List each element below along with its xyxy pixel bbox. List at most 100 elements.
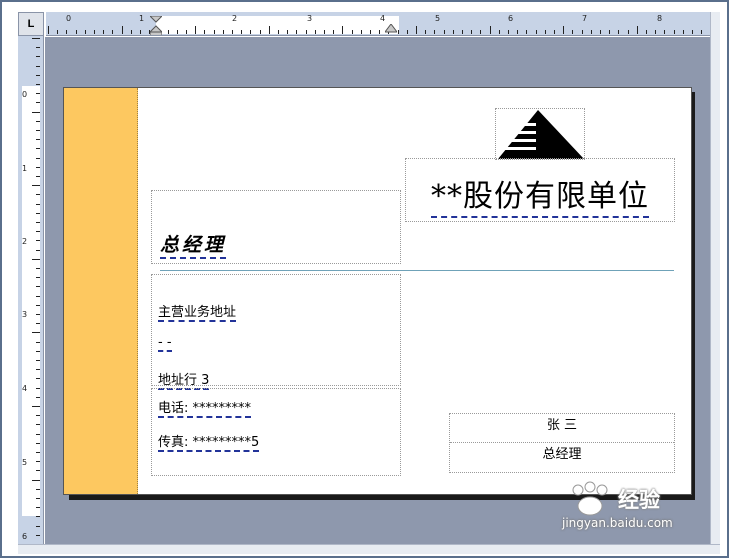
paw-logo-icon <box>572 481 608 516</box>
ruler-number: 2 <box>22 237 28 246</box>
ruler-tick <box>360 30 362 34</box>
name-frame[interactable]: 张 三 总经理 <box>449 413 675 473</box>
ruler-number: 4 <box>380 14 386 23</box>
ruler-tick <box>36 304 40 306</box>
ruler-tick <box>489 26 491 34</box>
horizontal-scrollbar[interactable] <box>18 544 720 554</box>
ruler-number: 6 <box>22 532 28 541</box>
ruler-tick <box>32 332 40 334</box>
divider-line <box>160 270 674 271</box>
address-line-2: - - <box>158 335 172 352</box>
ruler-tick <box>36 498 40 499</box>
ruler-tick <box>646 30 647 34</box>
ruler-tick <box>75 30 77 34</box>
ruler-tick <box>664 30 666 34</box>
ruler-tick <box>416 26 417 34</box>
ruler-tick <box>554 30 555 34</box>
job-title-frame[interactable]: 总经理 <box>151 190 401 264</box>
tab-stop-selector[interactable]: L <box>18 12 44 36</box>
ruler-tick <box>351 30 353 34</box>
card-sidebar <box>64 88 138 494</box>
ruler-tick <box>692 30 693 34</box>
ruler-tick <box>333 30 335 34</box>
ruler-tick <box>36 231 40 233</box>
stepped-triangle-logo-icon <box>496 110 584 159</box>
ruler-tick <box>434 30 436 34</box>
ruler-number: 0 <box>66 14 72 23</box>
ruler-tick <box>36 286 40 288</box>
person-name: 张 三 <box>450 414 674 443</box>
ruler-tick <box>287 30 289 34</box>
ruler-number: 1 <box>22 164 28 173</box>
ruler-tick <box>36 212 40 214</box>
ruler-tick <box>36 249 40 251</box>
ruler-tick <box>305 30 307 34</box>
ruler-tick <box>517 30 519 34</box>
ruler-number: 8 <box>657 14 663 23</box>
ruler-tick <box>57 30 59 34</box>
vertical-scrollbar[interactable] <box>710 12 720 544</box>
ruler-tick <box>66 30 68 34</box>
watermark-url: jingyan.baidu.com <box>562 516 673 530</box>
company-name-frame[interactable]: **股份有限单位 <box>405 158 675 222</box>
ruler-tick <box>36 65 40 67</box>
ruler-tick <box>36 360 40 361</box>
ruler-number: 2 <box>232 14 238 23</box>
contact-frame[interactable]: 电话: ********* 传真: *********5 <box>151 388 401 476</box>
ruler-tick <box>590 30 592 34</box>
ruler-tick <box>563 26 565 34</box>
ruler-tick <box>222 30 224 34</box>
first-line-indent-marker[interactable] <box>150 16 162 36</box>
address-line-1-text: 主营业务地址 <box>158 301 237 322</box>
ruler-tick <box>36 74 40 76</box>
ruler-tick <box>36 93 40 95</box>
ruler-tick <box>471 30 473 34</box>
ruler-tick <box>36 442 40 444</box>
address-line-2-text: - - <box>158 335 172 352</box>
ruler-tick <box>167 30 169 34</box>
ruler-number: 5 <box>22 458 28 467</box>
ruler-tick <box>462 30 463 34</box>
ruler-tick <box>314 30 316 34</box>
address-line-3: 地址行 3 <box>158 369 210 390</box>
ruler-tick <box>36 47 40 49</box>
company-name-text: **股份有限单位 <box>431 179 649 218</box>
logo-frame[interactable] <box>495 108 585 160</box>
ruler-tick <box>36 120 40 122</box>
ruler-tick <box>673 30 675 34</box>
ruler-tick <box>36 396 40 398</box>
ruler-tick <box>627 30 629 34</box>
ruler-number: 6 <box>508 14 514 23</box>
ruler-tick <box>36 130 40 131</box>
ruler-tick <box>406 30 408 34</box>
ruler-tick <box>186 30 187 34</box>
ruler-tick <box>36 350 40 352</box>
ruler-tick <box>268 26 270 34</box>
ruler-number: 4 <box>22 384 28 393</box>
ruler-tick <box>480 30 482 34</box>
horizontal-ruler[interactable]: 0 1 2 3 4 5 6 7 8 <box>46 12 710 36</box>
ruler-number: 0 <box>22 90 28 99</box>
ruler-tick <box>609 30 611 34</box>
ruler-tick <box>36 433 40 435</box>
vertical-ruler[interactable]: 0 1 2 3 4 5 6 <box>18 36 44 544</box>
fax-text: 传真: *********5 <box>158 431 260 452</box>
watermark: 经验 jingyan.baidu.com <box>560 478 720 542</box>
ruler-tick <box>655 30 657 34</box>
ruler-tick <box>36 222 40 223</box>
ruler-tick <box>36 84 40 85</box>
ruler-tick <box>176 30 178 34</box>
ruler-tick <box>36 176 40 177</box>
ruler-tick <box>232 30 233 34</box>
address-frame[interactable]: 主营业务地址 - - 地址行 3 <box>151 274 401 390</box>
ruler-tick <box>36 194 40 196</box>
ruler-tick <box>130 30 132 34</box>
ruler-tick <box>103 30 105 34</box>
right-indent-marker[interactable] <box>385 24 397 34</box>
ruler-tick <box>36 139 40 141</box>
ruler-tick <box>36 203 40 205</box>
ruler-tick <box>36 157 40 159</box>
ruler-tick <box>36 387 40 389</box>
ruler-tick <box>397 30 399 34</box>
ruler-tick <box>425 30 427 34</box>
